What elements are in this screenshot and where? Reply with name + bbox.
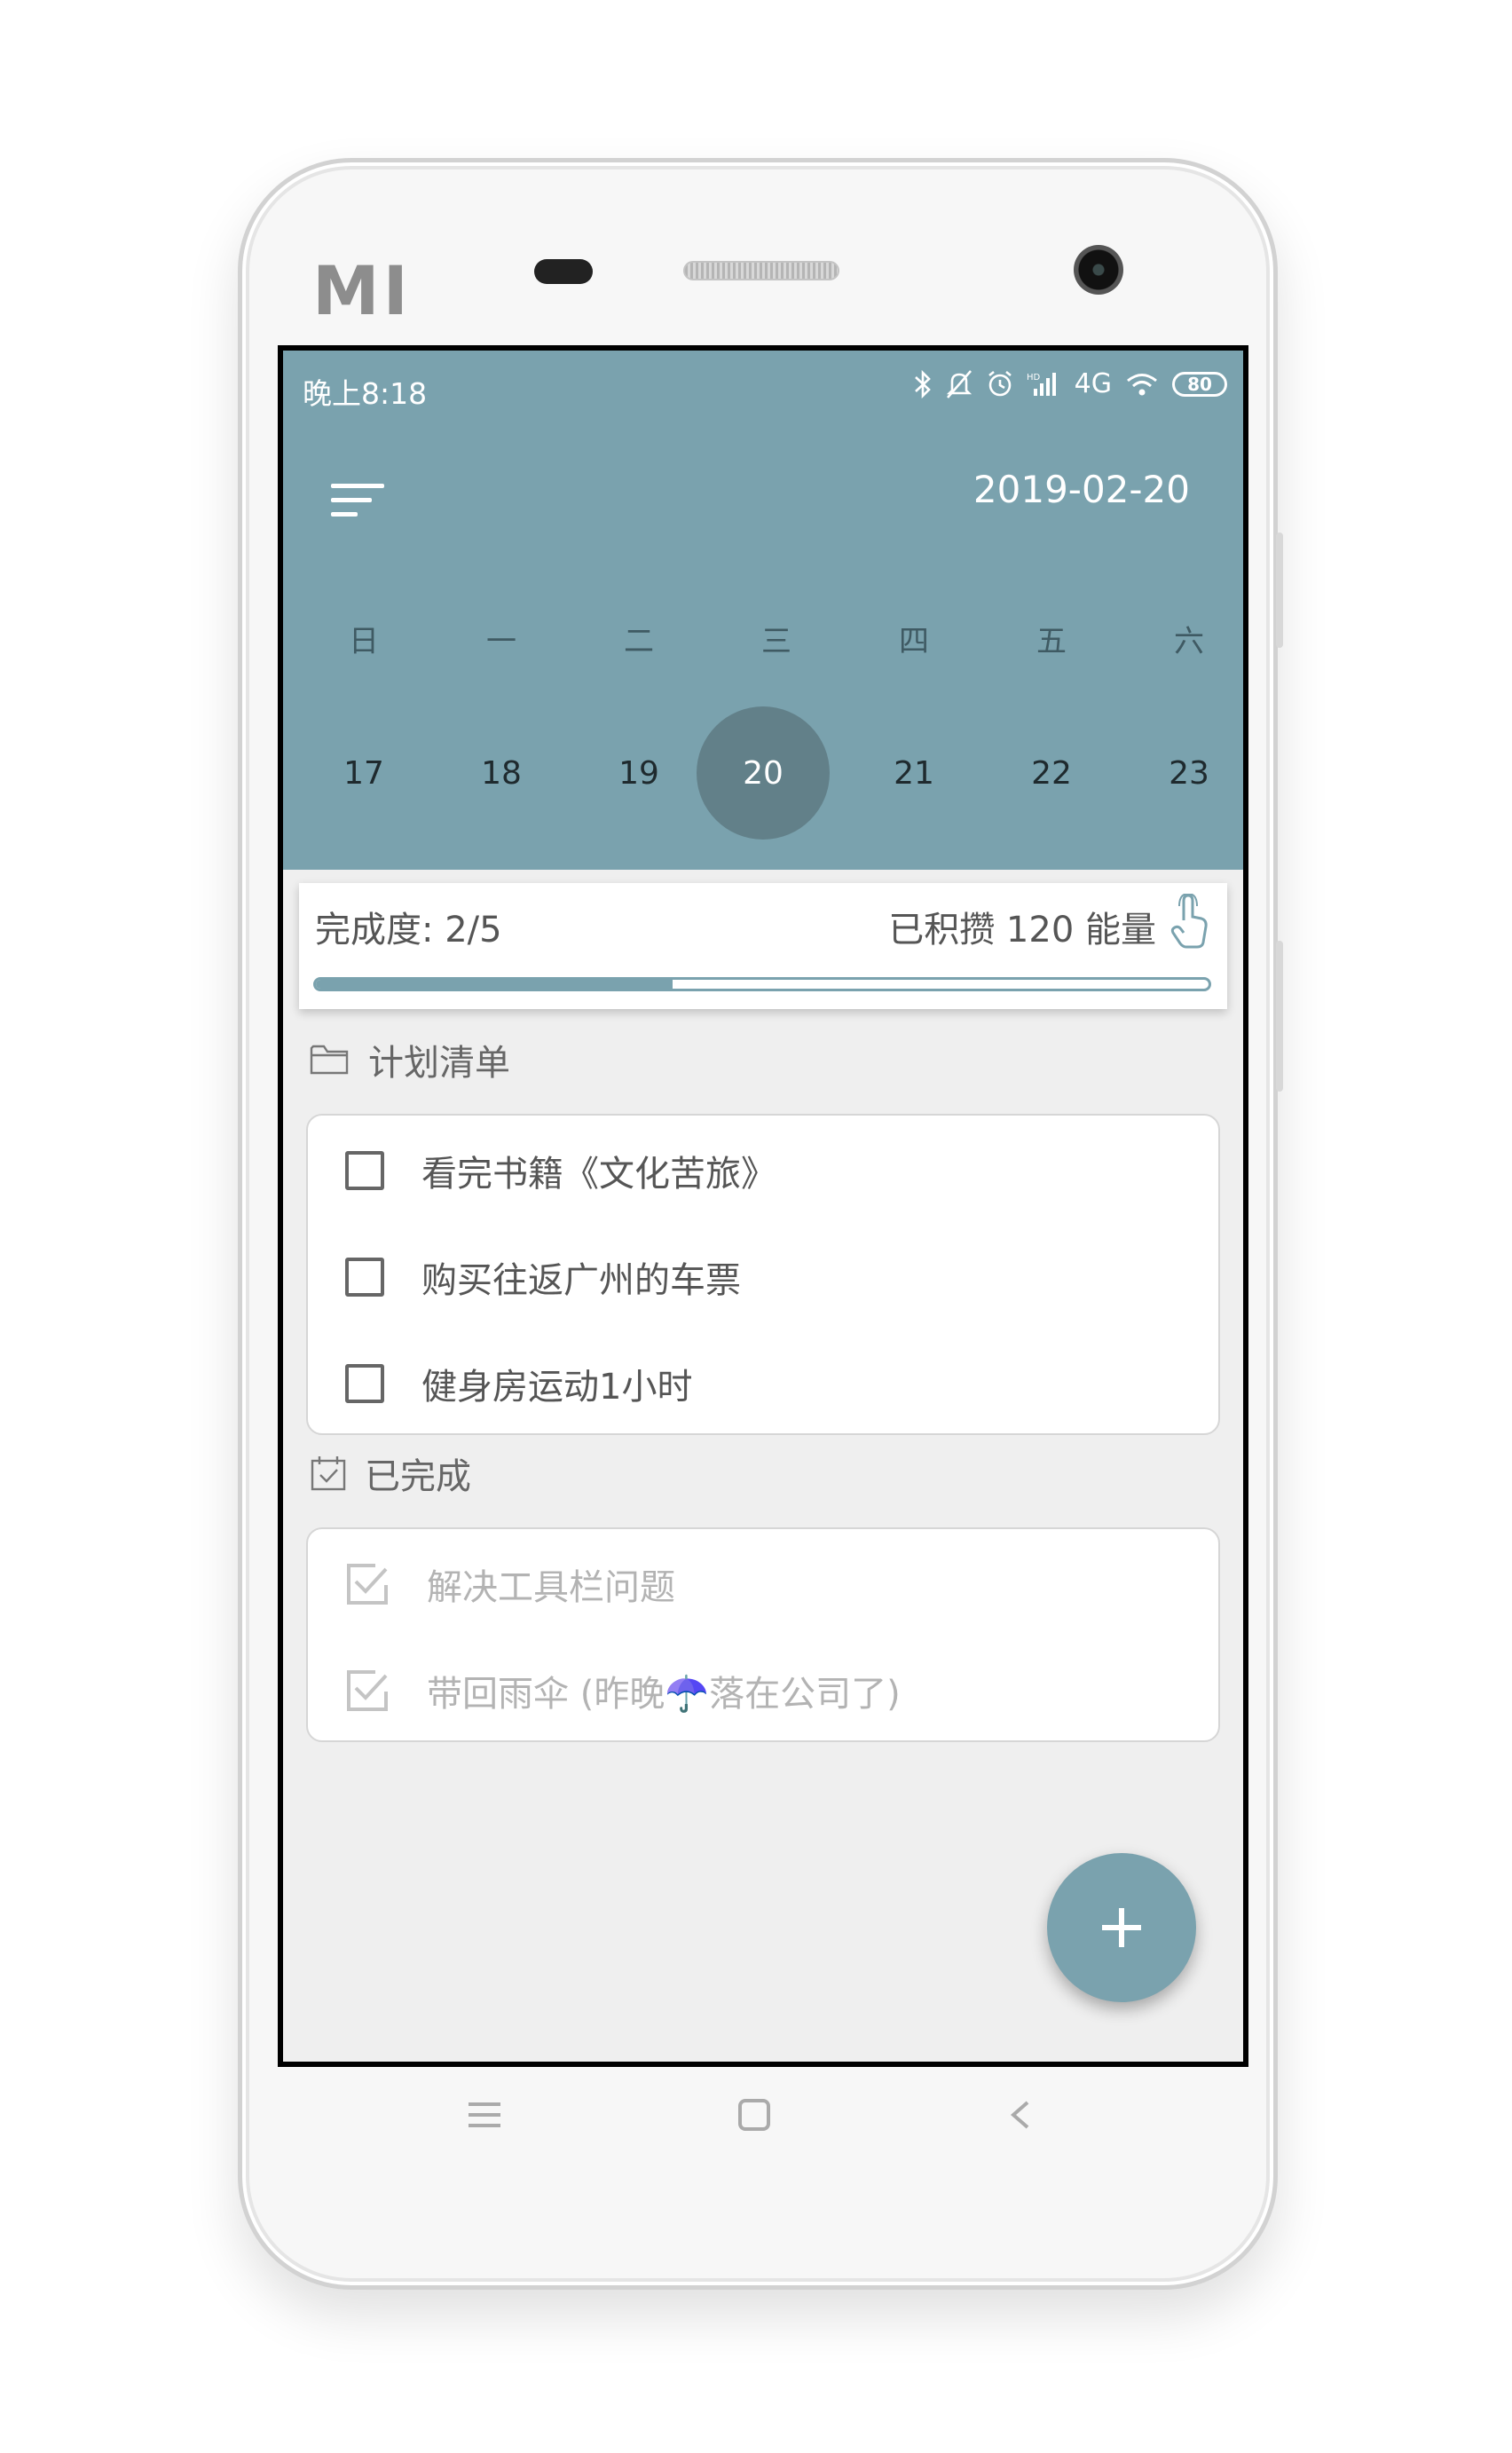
plus-icon xyxy=(1102,1908,1141,1947)
progress-bar xyxy=(313,977,1211,991)
weekday-wed: 三 xyxy=(761,624,791,659)
day-22[interactable]: 22 xyxy=(985,752,1118,796)
checked-checkbox[interactable] xyxy=(345,1562,390,1606)
menu-icon[interactable] xyxy=(331,478,386,523)
day-18[interactable]: 18 xyxy=(435,752,568,796)
calendar-check-icon xyxy=(311,1456,346,1491)
app-display: 晚上8:18 HD 4G 80 2019-02-20 日 一 二 三 四 五 六… xyxy=(283,351,1243,2062)
plan-list: 看完书籍《文化苦旅》 购买往返广州的车票 健身房运动1小时 xyxy=(306,1114,1220,1435)
progress-bar-fill xyxy=(316,980,673,989)
network-type: 4G xyxy=(1074,368,1112,399)
current-date[interactable]: 2019-02-20 xyxy=(973,468,1190,511)
proximity-sensor xyxy=(534,259,593,284)
add-task-button[interactable] xyxy=(1047,1853,1196,2002)
front-camera xyxy=(1074,245,1123,295)
weekday-fri: 五 xyxy=(1036,624,1067,659)
plan-item-text: 购买往返广州的车票 xyxy=(421,1260,741,1301)
day-17[interactable]: 17 xyxy=(297,752,430,796)
weekday-tue: 二 xyxy=(624,624,654,659)
progress-card: 完成度: 2/5 已积攒 120 能量 xyxy=(299,883,1227,1009)
plan-item[interactable]: 看完书籍《文化苦旅》 xyxy=(308,1135,1218,1206)
signal-icon: HD xyxy=(1027,372,1056,396)
checked-checkbox[interactable] xyxy=(345,1668,390,1713)
tap-hand-icon[interactable] xyxy=(1169,894,1209,949)
done-item[interactable]: 解决工具栏问题 xyxy=(308,1549,1218,1620)
weekday-sun: 日 xyxy=(349,624,379,659)
day-21[interactable]: 21 xyxy=(847,752,980,796)
weekday-thu: 四 xyxy=(899,624,929,659)
brand-logo: MI xyxy=(312,251,412,330)
weekday-mon: 一 xyxy=(486,624,516,659)
status-icons: HD 4G 80 xyxy=(913,368,1227,399)
energy-label: 已积攒 120 能量 xyxy=(888,910,1156,950)
day-23[interactable]: 23 xyxy=(1122,752,1243,796)
plan-item-text: 健身房运动1小时 xyxy=(421,1367,693,1408)
app-header: 晚上8:18 HD 4G 80 2019-02-20 日 一 二 三 四 五 六… xyxy=(283,351,1243,870)
done-section-header: 已完成 xyxy=(310,1447,471,1499)
bluetooth-icon xyxy=(914,369,931,398)
day-20-selected[interactable]: 20 xyxy=(697,752,830,796)
folder-icon xyxy=(310,1045,349,1075)
plan-item[interactable]: 购买往返广州的车票 xyxy=(308,1242,1218,1313)
menu-key-icon[interactable] xyxy=(467,2099,502,2131)
done-item-text: 解决工具栏问题 xyxy=(427,1567,675,1608)
plan-item[interactable]: 健身房运动1小时 xyxy=(308,1348,1218,1419)
wifi-icon xyxy=(1127,373,1157,395)
checkbox[interactable] xyxy=(345,1364,384,1403)
status-time: 晚上8:18 xyxy=(303,376,428,411)
checkbox[interactable] xyxy=(345,1258,384,1297)
weekday-sat: 六 xyxy=(1174,624,1204,659)
battery-indicator: 80 xyxy=(1172,371,1227,397)
mute-bell-icon xyxy=(946,369,972,398)
earpiece-speaker xyxy=(683,261,839,280)
plan-section-header: 计划清单 xyxy=(310,1034,510,1085)
done-section-title: 已完成 xyxy=(365,1456,471,1497)
back-key-icon[interactable] xyxy=(1003,2099,1038,2131)
svg-text:HD: HD xyxy=(1027,373,1041,383)
done-list: 解决工具栏问题 带回雨伞 (昨晚☂️落在公司了) xyxy=(306,1527,1220,1742)
done-item[interactable]: 带回雨伞 (昨晚☂️落在公司了) xyxy=(308,1655,1218,1726)
checkbox[interactable] xyxy=(345,1151,384,1190)
plan-item-text: 看完书籍《文化苦旅》 xyxy=(421,1154,776,1195)
day-19[interactable]: 19 xyxy=(572,752,705,796)
alarm-icon xyxy=(988,370,1012,396)
completion-label: 完成度: 2/5 xyxy=(315,910,502,950)
screen: 晚上8:18 HD 4G 80 2019-02-20 日 一 二 三 四 五 六… xyxy=(278,345,1248,2067)
plan-section-title: 计划清单 xyxy=(368,1043,510,1084)
power-button xyxy=(1276,941,1283,1092)
done-item-text: 带回雨伞 (昨晚☂️落在公司了) xyxy=(427,1674,901,1715)
volume-button xyxy=(1276,532,1283,648)
home-key-icon[interactable] xyxy=(736,2099,772,2131)
